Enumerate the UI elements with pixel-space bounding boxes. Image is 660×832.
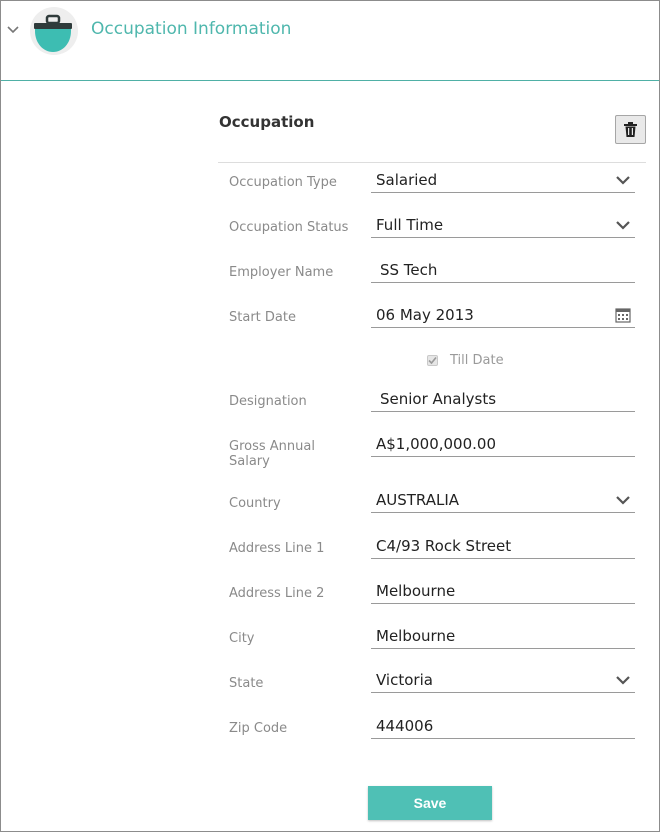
country-select[interactable]: AUSTRALIA [371, 483, 635, 513]
occupation-type-label: Occupation Type [229, 175, 337, 190]
occupation-type-value: Salaried [376, 171, 438, 189]
address2-label: Address Line 2 [229, 586, 325, 601]
address2-input[interactable]: Melbourne [371, 574, 635, 604]
zip-code-label: Zip Code [229, 721, 288, 736]
address1-value: C4/93 Rock Street [376, 537, 512, 555]
till-date-option: Till Date [427, 353, 504, 368]
employer-name-value: SS Tech [380, 261, 438, 279]
delete-button[interactable] [615, 115, 646, 144]
calendar-icon[interactable] [615, 307, 631, 323]
section-header-title: Occupation Information [91, 19, 292, 39]
gross-salary-label: Gross Annual Salary [229, 439, 315, 469]
chevron-down-icon [616, 176, 630, 185]
designation-input[interactable]: Senior Analysts [371, 382, 635, 412]
state-value: Victoria [376, 671, 433, 689]
city-input[interactable]: Melbourne [371, 619, 635, 649]
address1-label: Address Line 1 [229, 541, 325, 556]
chevron-down-icon [616, 676, 630, 685]
chevron-down-icon[interactable] [6, 23, 20, 37]
section-header[interactable]: Occupation Information [1, 1, 659, 81]
gross-salary-input[interactable]: A$1,000,000.00 [371, 427, 635, 457]
chevron-down-icon [616, 496, 630, 505]
address1-input[interactable]: C4/93 Rock Street [371, 529, 635, 559]
country-value: AUSTRALIA [376, 491, 460, 509]
occupation-status-label: Occupation Status [229, 220, 349, 235]
save-button[interactable]: Save [368, 786, 492, 820]
designation-value: Senior Analysts [380, 390, 497, 408]
start-date-label: Start Date [229, 310, 296, 325]
zip-code-value: 444006 [376, 717, 434, 735]
state-label: State [229, 676, 264, 691]
occupation-type-select[interactable]: Salaried [371, 163, 635, 193]
briefcase-icon [30, 7, 78, 55]
city-value: Melbourne [376, 627, 456, 645]
trash-icon [624, 122, 637, 137]
employer-name-label: Employer Name [229, 265, 334, 280]
address2-value: Melbourne [376, 582, 456, 600]
country-label: Country [229, 496, 281, 511]
start-date-input[interactable]: 06 May 2013 [371, 298, 635, 328]
zip-code-input[interactable]: 444006 [371, 709, 635, 739]
chevron-down-icon [616, 221, 630, 230]
occupation-status-select[interactable]: Full Time [371, 208, 635, 238]
state-select[interactable]: Victoria [371, 663, 635, 693]
city-label: City [229, 631, 255, 646]
gross-salary-value: A$1,000,000.00 [376, 435, 496, 453]
till-date-checkbox[interactable] [427, 355, 438, 366]
start-date-value: 06 May 2013 [376, 306, 474, 324]
occupation-panel: Occupation Information Occupation Occupa… [0, 0, 660, 832]
checkmark-icon [428, 356, 437, 365]
occupation-title: Occupation [219, 113, 315, 131]
designation-label: Designation [229, 394, 307, 409]
occupation-status-value: Full Time [376, 216, 444, 234]
employer-name-input[interactable]: SS Tech [371, 253, 635, 283]
till-date-label: Till Date [450, 353, 504, 368]
